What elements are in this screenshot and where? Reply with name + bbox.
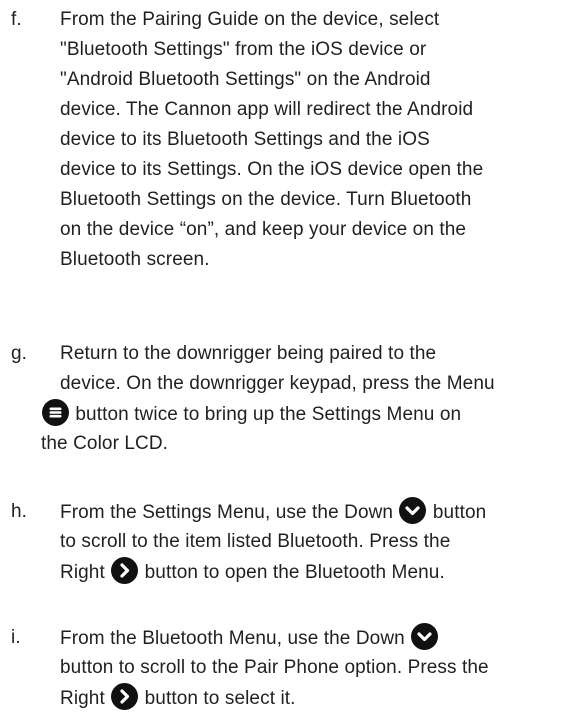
text-segment: button twice to bring up the Settings Me… (70, 404, 462, 425)
text-segment: button to select it. (139, 688, 296, 709)
text-line: Right button to open the Bluetooth Menu. (60, 557, 569, 587)
chevron-down-icon (411, 623, 439, 650)
text-line: device to its Settings. On the iOS devic… (60, 159, 484, 180)
step-marker: f. (11, 9, 22, 30)
step-text: Return to the downrigger being paired to… (41, 339, 569, 459)
text-segment: From the Bluetooth Menu, use the Down (60, 628, 411, 649)
text-line: "Android Bluetooth Settings" on the Andr… (60, 69, 431, 90)
text-segment: From the Settings Menu, use the Down (60, 502, 399, 523)
text-line: device to its Bluetooth Settings and the… (60, 129, 430, 150)
step-marker: i. (11, 627, 21, 648)
text-line: on the device “on”, and keep your device… (60, 219, 467, 240)
menu-icon (42, 399, 69, 426)
text-line: Bluetooth Settings on the device. Turn B… (60, 189, 472, 210)
text-line: to scroll to the item listed Bluetooth. … (60, 531, 451, 552)
text-line: Return to the downrigger being paired to… (60, 343, 437, 364)
text-segment: button (427, 502, 487, 523)
text-line: Bluetooth screen. (60, 249, 210, 270)
text-segment: Right (60, 688, 111, 709)
text-line: device. On the downrigger keypad, press … (60, 373, 495, 394)
text-line: From the Pairing Guide on the device, se… (60, 9, 440, 30)
step-marker: h. (11, 501, 28, 522)
chevron-right-icon (111, 683, 139, 710)
step-text: From the Bluetooth Menu, use the Down bu… (60, 623, 569, 713)
text-segment: button to open the Bluetooth Menu. (139, 562, 445, 583)
step-marker: g. (11, 343, 28, 364)
step-text: From the Pairing Guide on the device, se… (60, 5, 569, 275)
text-line: Right button to select it. (60, 683, 569, 713)
text-line: device. The Cannon app will redirect the… (60, 99, 474, 120)
text-line: "Bluetooth Settings" from the iOS device… (60, 39, 427, 60)
text-line: button twice to bring up the Settings Me… (41, 399, 569, 429)
text-line: button to scroll to the Pair Phone optio… (60, 657, 489, 678)
chevron-right-icon (111, 557, 139, 584)
text-segment: Right (60, 562, 111, 583)
text-line: From the Bluetooth Menu, use the Down (60, 623, 569, 653)
text-line: the Color LCD. (41, 433, 169, 454)
text-line: From the Settings Menu, use the Down but… (60, 497, 569, 527)
step-text: From the Settings Menu, use the Down but… (60, 497, 569, 587)
instruction-page: f. From the Pairing Guide on the device,… (0, 0, 569, 728)
chevron-down-icon (399, 497, 427, 524)
